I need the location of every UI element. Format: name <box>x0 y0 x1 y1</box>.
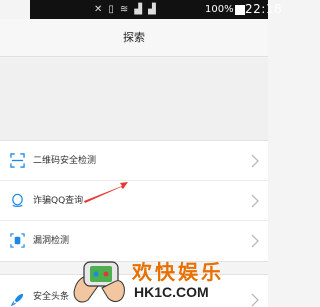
list-item-label: 诈骗QQ查询 <box>33 196 84 206</box>
qrcode-scan-icon <box>10 153 25 168</box>
list-item-label: 安全头条 <box>33 292 70 302</box>
page-header: 探索 <box>0 19 268 57</box>
list-item-fraud-qq[interactable]: 诈骗QQ查询 <box>0 181 268 221</box>
wifi-icon: ≋ <box>119 4 129 15</box>
battery-icon <box>235 5 245 15</box>
battery-percent: 100% <box>205 4 234 15</box>
clock: 22:18 <box>245 2 283 16</box>
list-item-label: 二维码安全检测 <box>33 156 97 166</box>
vibrate-icon: ▯ <box>108 4 114 15</box>
gamepad-icon <box>73 261 125 303</box>
watermark-url: HK1C.COM <box>134 284 209 300</box>
signal-icon: ▟ <box>134 4 142 15</box>
qq-icon <box>12 193 23 207</box>
mute-icon: ✕ <box>94 4 103 15</box>
status-bar-strip: ✕ ▯ ≋ ▟ ▟ 100% 22:18 <box>30 0 282 19</box>
list-item-qrcode-check[interactable]: 二维码安全检测 <box>0 141 268 181</box>
annotation-arrow-icon <box>84 182 128 203</box>
signal-icon: ▟ <box>148 4 156 15</box>
vulnerability-icon <box>10 233 25 248</box>
feature-list: 二维码安全检测 诈骗QQ查询 漏洞检测 <box>0 140 268 262</box>
chevron-right-icon <box>251 234 259 248</box>
chevron-right-icon <box>251 194 259 208</box>
status-bar: ✕ ▯ ≋ ▟ ▟ 100% 22:18 <box>0 0 282 19</box>
page-title: 探索 <box>123 31 145 44</box>
chevron-right-icon <box>251 154 259 168</box>
status-icons: ✕ ▯ ≋ ▟ ▟ <box>94 0 156 19</box>
rocket-icon <box>10 293 24 307</box>
watermark-title: 欢快娱乐 <box>132 260 224 284</box>
watermark: 欢快娱乐 HK1C.COM <box>70 252 268 307</box>
list-item-label: 漏洞检测 <box>33 236 70 246</box>
empty-area <box>0 58 268 140</box>
